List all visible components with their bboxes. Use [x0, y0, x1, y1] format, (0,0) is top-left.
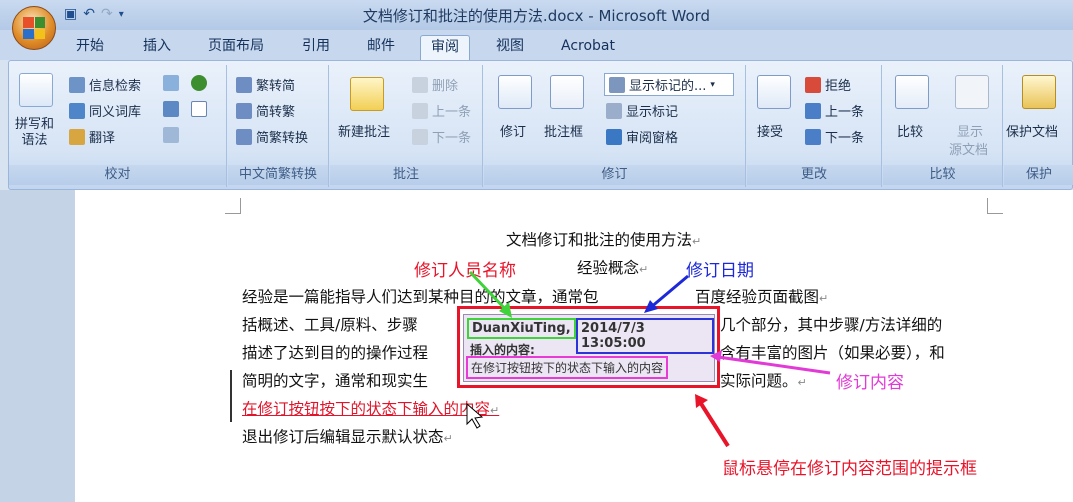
arrow-author [468, 270, 510, 314]
arrow-tooltip [698, 400, 730, 448]
arrow-head [710, 350, 722, 362]
office-logo-icon [23, 17, 45, 39]
arrow-date [649, 274, 689, 310]
office-button[interactable] [12, 6, 56, 50]
mouse-pointer-icon [466, 402, 484, 429]
annotation-arrows [466, 270, 831, 448]
arrow-content [717, 355, 831, 375]
